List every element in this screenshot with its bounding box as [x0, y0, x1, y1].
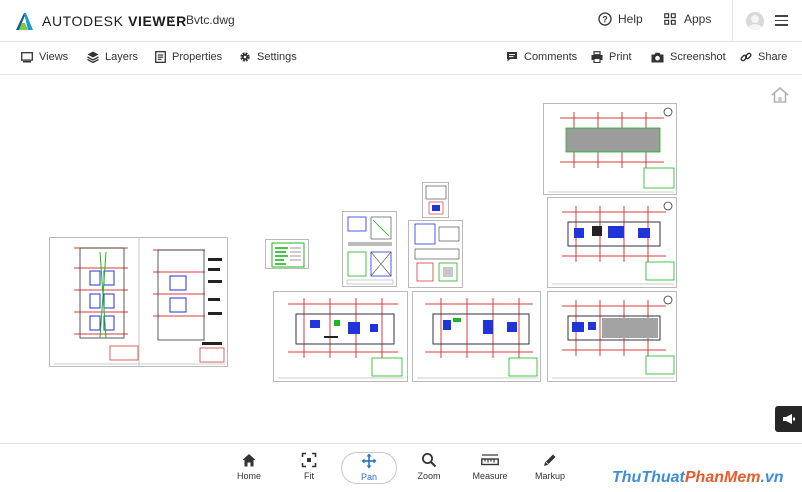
drawing-sheet-floorplan-5[interactable]	[547, 291, 677, 382]
monitor-icon	[21, 51, 33, 62]
properties-label: Properties	[172, 51, 223, 63]
properties-button[interactable]: Properties	[155, 51, 222, 63]
help-icon: ?	[598, 12, 612, 26]
floorplan-drawing-4	[552, 201, 675, 285]
zoom-tool-label: Zoom	[417, 471, 441, 481]
home-icon	[242, 454, 256, 467]
feedback-button[interactable]	[775, 406, 802, 432]
print-button[interactable]: Print	[591, 51, 632, 63]
zoom-tool-button[interactable]: Zoom	[399, 452, 459, 481]
legend-drawing	[271, 242, 305, 268]
markup-tool-label: Markup	[534, 471, 565, 481]
floorplan-drawing-5	[552, 295, 675, 379]
viewer-toolbar: Views Layers Properties Settings Comment…	[0, 42, 802, 75]
printer-icon	[591, 51, 603, 63]
watermark-part3: .vn	[760, 469, 784, 486]
gear-icon	[240, 52, 250, 62]
print-label: Print	[609, 51, 632, 63]
fit-to-view-icon	[301, 452, 317, 468]
pan-tool-button[interactable]: Pan	[341, 452, 397, 484]
drawing-sheet-floorplan-3[interactable]	[543, 103, 677, 195]
home-tool-button[interactable]: Home	[219, 452, 279, 481]
svg-text:?: ?	[602, 14, 608, 24]
layers-label: Layers	[105, 51, 139, 63]
help-label: Help	[618, 12, 643, 26]
watermark-part1: ThuThuat	[612, 469, 685, 486]
app-brand: AUTODESK VIEWER	[42, 13, 187, 29]
fit-tool-label: Fit	[304, 471, 314, 481]
autodesk-logo-icon[interactable]	[14, 11, 34, 31]
drawing-sheet-floorplan-2[interactable]	[412, 291, 541, 382]
header-divider	[732, 0, 733, 42]
share-button[interactable]: Share	[740, 51, 787, 63]
brand-bold: VIEWER	[128, 13, 187, 29]
elevation-drawing	[54, 238, 225, 366]
details-drawing	[346, 216, 394, 285]
breadcrumb-chevron-icon: ›	[170, 12, 175, 27]
share-label: Share	[758, 51, 788, 63]
drawing-sheet-details-2[interactable]	[422, 182, 449, 218]
views-label: Views	[39, 51, 69, 63]
site-watermark: ThuThuatPhanMem.vn	[612, 469, 784, 487]
magnifier-icon	[422, 453, 437, 468]
camera-icon	[651, 52, 664, 62]
drawing-sheet-details-1[interactable]	[342, 211, 397, 287]
details-drawing-stair	[414, 223, 460, 282]
apps-grid-icon	[664, 13, 676, 25]
link-icon	[740, 52, 752, 62]
pan-arrows-icon	[361, 453, 377, 469]
apps-button[interactable]: Apps	[664, 12, 711, 26]
measure-tool-label: Measure	[472, 471, 508, 481]
app-header: AUTODESK VIEWER › Bvtc.dwg ? Help Apps	[0, 0, 802, 42]
drawing-sheet-floorplan-1[interactable]	[273, 291, 408, 382]
screenshot-button[interactable]: Screenshot	[651, 51, 726, 63]
comments-button[interactable]: Comments	[506, 51, 577, 63]
megaphone-icon	[782, 414, 795, 424]
drawing-sheet-legend[interactable]	[265, 239, 309, 269]
measure-tool-button[interactable]: Measure	[460, 452, 520, 481]
drawing-sheet-floorplan-4[interactable]	[547, 197, 677, 288]
watermark-part2: PhanMem	[684, 469, 761, 486]
pan-tool-label: Pan	[360, 472, 377, 482]
markup-tool-button[interactable]: Markup	[520, 452, 580, 481]
fit-tool-button[interactable]: Fit	[279, 452, 339, 481]
brand-light: AUTODESK	[42, 13, 124, 29]
ruler-icon	[481, 454, 499, 466]
home-tool-label: Home	[236, 471, 261, 481]
hamburger-menu-icon[interactable]	[775, 15, 788, 26]
views-button[interactable]: Views	[21, 51, 68, 63]
drawing-sheet-details-3[interactable]	[408, 220, 463, 288]
floorplan-drawing	[278, 298, 404, 379]
settings-label: Settings	[257, 51, 297, 63]
comments-label: Comments	[524, 51, 578, 63]
file-name[interactable]: Bvtc.dwg	[186, 13, 235, 27]
details-drawing-small	[425, 185, 447, 215]
user-avatar[interactable]	[746, 12, 764, 30]
document-list-icon	[155, 51, 166, 63]
screenshot-label: Screenshot	[670, 51, 726, 63]
viewcube-home-icon[interactable]	[770, 86, 790, 104]
settings-button[interactable]: Settings	[239, 51, 297, 63]
apps-label: Apps	[684, 12, 712, 26]
comment-icon	[507, 52, 517, 62]
layers-button[interactable]: Layers	[87, 51, 138, 63]
floorplan-drawing-3	[548, 107, 675, 193]
help-button[interactable]: ? Help	[598, 12, 643, 26]
layers-icon	[87, 51, 99, 63]
drawing-sheet-elevations[interactable]	[49, 237, 228, 367]
floorplan-drawing-2	[417, 298, 538, 379]
pencil-icon	[544, 454, 556, 466]
